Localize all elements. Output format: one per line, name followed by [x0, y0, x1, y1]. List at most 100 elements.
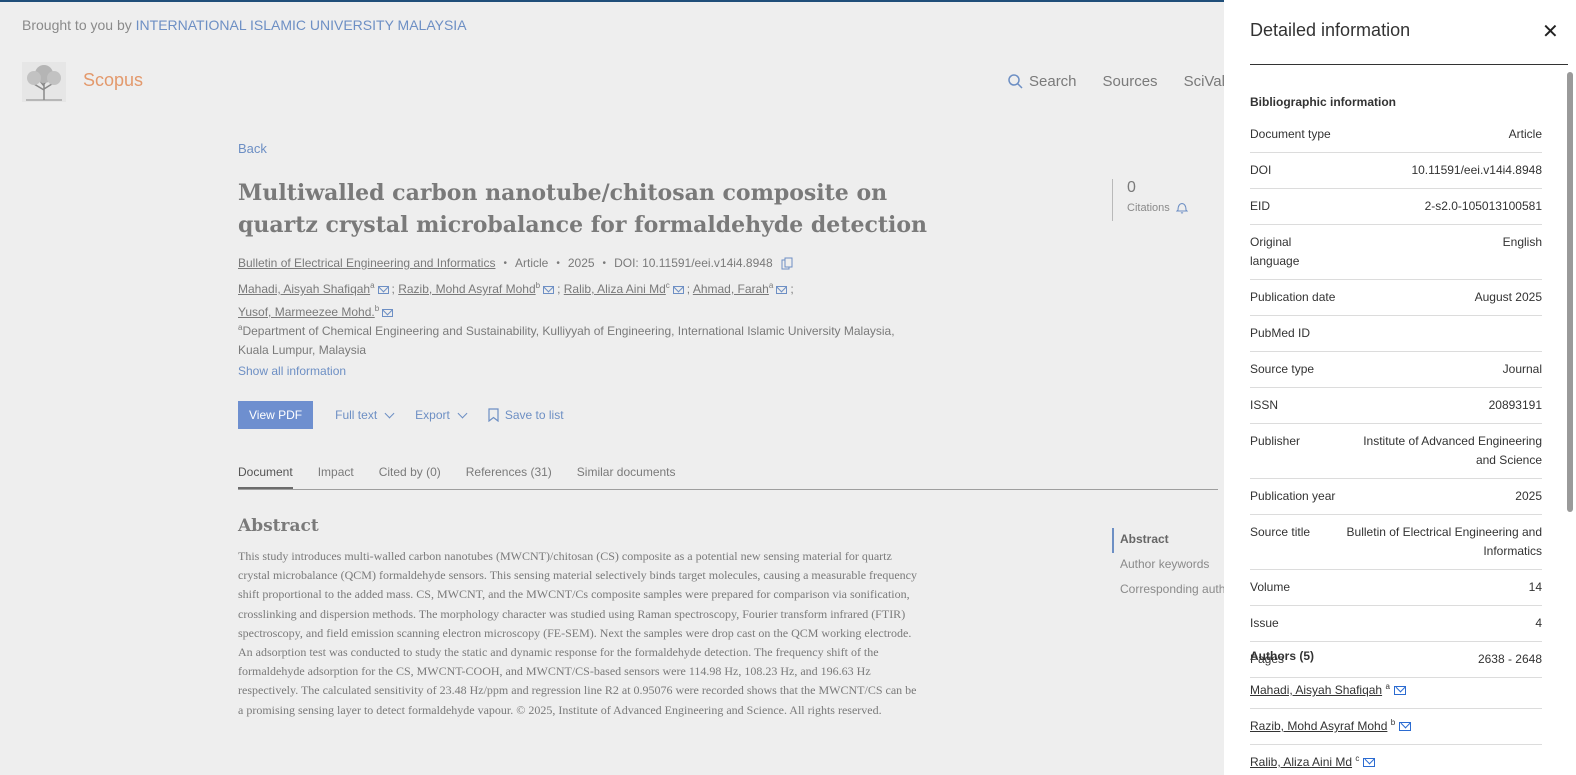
citations-label: Citations	[1127, 201, 1170, 214]
panel-author-affiliation: a	[1385, 682, 1390, 691]
panel-author-link[interactable]: Ralib, Aliza Aini Md	[1250, 755, 1352, 769]
back-link[interactable]: Back	[238, 141, 267, 156]
info-value: 14	[1528, 580, 1542, 594]
panel-author-item: Mahadi, Aisyah Shafiqah a	[1250, 673, 1542, 709]
author-link[interactable]: Ralib, Aliza Aini Md	[564, 282, 666, 296]
info-value: Article	[1508, 127, 1542, 141]
tab-impact[interactable]: Impact	[318, 465, 354, 489]
tab-cited-by[interactable]: Cited by (0)	[379, 465, 441, 489]
panel-author-item: Razib, Mohd Asyraf Mohd b	[1250, 709, 1542, 745]
author-link[interactable]: Razib, Mohd Asyraf Mohd	[398, 282, 535, 296]
panel-author-affiliation: b	[1390, 718, 1396, 727]
top-navigation: Search Sources SciVal	[1008, 73, 1225, 90]
email-icon[interactable]	[672, 285, 684, 294]
chevron-down-icon	[457, 408, 468, 418]
info-value: English	[1502, 235, 1542, 249]
info-row-source-title: Source title Bulletin of Electrical Engin…	[1250, 515, 1542, 570]
info-row-doi: DOI 10.11591/eei.v14i4.8948	[1250, 153, 1542, 189]
close-icon[interactable]: ✕	[1542, 19, 1559, 44]
info-key: Source title	[1250, 525, 1311, 539]
bibliographic-heading: Bibliographic information	[1250, 95, 1396, 109]
document-type: Article	[514, 256, 549, 270]
nav-search[interactable]: Search	[1008, 73, 1077, 90]
author-affiliation-marker: a	[768, 281, 774, 290]
panel-divider	[1250, 64, 1568, 65]
panel-author-link[interactable]: Mahadi, Aisyah Shafiqah	[1250, 683, 1382, 697]
scopus-brand-link[interactable]: Scopus	[83, 70, 143, 91]
copy-icon[interactable]	[781, 257, 793, 270]
info-row-document-type: Document type Article	[1250, 117, 1542, 153]
info-key: DOI	[1250, 163, 1272, 177]
toc-abstract[interactable]: Abstract	[1112, 528, 1231, 553]
info-row-publication-year: Publication year 2025	[1250, 479, 1542, 515]
tab-document[interactable]: Document	[238, 465, 293, 489]
author-link[interactable]: Ahmad, Farah	[693, 282, 769, 296]
toc-corresponding-author[interactable]: Corresponding auth	[1112, 578, 1231, 603]
info-key: Volume	[1250, 580, 1291, 594]
citations-box: 0 Citations	[1112, 179, 1188, 221]
view-pdf-button[interactable]: View PDF	[238, 401, 314, 429]
email-icon[interactable]	[543, 285, 555, 294]
detailed-information-panel: Detailed information ✕ Bibliographic inf…	[1224, 0, 1576, 775]
nav-sources[interactable]: Sources	[1103, 73, 1158, 90]
save-to-list-button[interactable]: Save to list	[488, 408, 564, 422]
info-key: Publication year	[1250, 489, 1336, 503]
affiliation-description: Department of Chemical Engineering and S…	[238, 324, 895, 357]
search-icon	[1008, 74, 1023, 89]
chevron-down-icon	[384, 408, 395, 418]
brought-by-label: Brought to you by	[22, 17, 132, 33]
info-key: Original language	[1250, 235, 1300, 268]
email-icon[interactable]	[382, 308, 394, 317]
info-key: Publisher	[1250, 434, 1301, 448]
tab-references[interactable]: References (31)	[466, 465, 552, 489]
document-actions: View PDF Full text Export Save to list	[238, 401, 564, 429]
panel-scrollbar[interactable]	[1567, 72, 1573, 512]
author-link[interactable]: Yusof, Marmeezee Mohd.	[238, 305, 375, 319]
info-value: Bulletin of Electrical Engineering and I…	[1346, 525, 1542, 558]
author-affiliation-marker: b	[374, 304, 380, 313]
info-value: 20893191	[1488, 398, 1542, 412]
info-key: EID	[1250, 199, 1271, 213]
info-row-eid: EID 2-s2.0-105013100581	[1250, 189, 1542, 225]
info-row-volume: Volume 14	[1250, 570, 1542, 606]
panel-author-affiliation: c	[1355, 754, 1360, 763]
full-text-dropdown[interactable]: Full text	[335, 408, 395, 422]
email-icon[interactable]	[1393, 686, 1406, 696]
email-icon[interactable]	[1399, 722, 1412, 732]
author-link[interactable]: Mahadi, Aisyah Shafiqah	[238, 282, 370, 296]
info-row-issue: Issue 4	[1250, 606, 1542, 642]
show-all-information-link[interactable]: Show all information	[238, 364, 346, 378]
brought-by-banner: Brought to you by INTERNATIONAL ISLAMIC …	[22, 17, 467, 33]
export-dropdown[interactable]: Export	[415, 408, 468, 422]
info-row-publication-date: Publication date August 2025	[1250, 280, 1542, 316]
panel-author-link[interactable]: Razib, Mohd Asyraf Mohd	[1250, 719, 1387, 733]
panel-title: Detailed information	[1250, 20, 1411, 40]
info-row-original-language: Original language English	[1250, 225, 1542, 280]
info-value: 10.11591/eei.v14i4.8948	[1411, 163, 1542, 177]
abstract-heading: Abstract	[238, 516, 319, 536]
email-icon[interactable]	[1363, 758, 1376, 768]
info-row-issn: ISSN 20893191	[1250, 388, 1542, 424]
separator-dot: •	[556, 257, 560, 269]
email-icon[interactable]	[776, 285, 788, 294]
email-icon[interactable]	[377, 285, 389, 294]
institution-link[interactable]: INTERNATIONAL ISLAMIC UNIVERSITY MALAYSI…	[136, 17, 467, 33]
info-value: Institute of Advanced Engineering and Sc…	[1363, 434, 1542, 467]
info-key: Document type	[1250, 127, 1331, 141]
bell-icon[interactable]	[1175, 201, 1188, 214]
abstract-text: This study introduces multi-walled carbo…	[238, 549, 918, 717]
author-affiliation-marker: a	[370, 281, 375, 290]
author-affiliation-marker: b	[535, 281, 541, 290]
full-text-label: Full text	[335, 408, 378, 422]
separator-dot: •	[503, 257, 507, 269]
info-key: ISSN	[1250, 398, 1279, 412]
bibliographic-rows: Document type Article DOI 10.11591/eei.v14…	[1250, 117, 1542, 678]
info-key: PubMed ID	[1250, 326, 1311, 340]
save-to-list-label: Save to list	[504, 408, 564, 422]
tab-similar-documents[interactable]: Similar documents	[577, 465, 676, 489]
journal-link[interactable]: Bulletin of Electrical Engineering and I…	[238, 256, 495, 270]
document-title: Multiwalled carbon nanotube/chitosan com…	[238, 180, 928, 238]
elsevier-tree-logo-icon	[22, 62, 66, 102]
toc-author-keywords[interactable]: Author keywords	[1112, 553, 1231, 578]
nav-scival[interactable]: SciVal	[1184, 73, 1225, 90]
